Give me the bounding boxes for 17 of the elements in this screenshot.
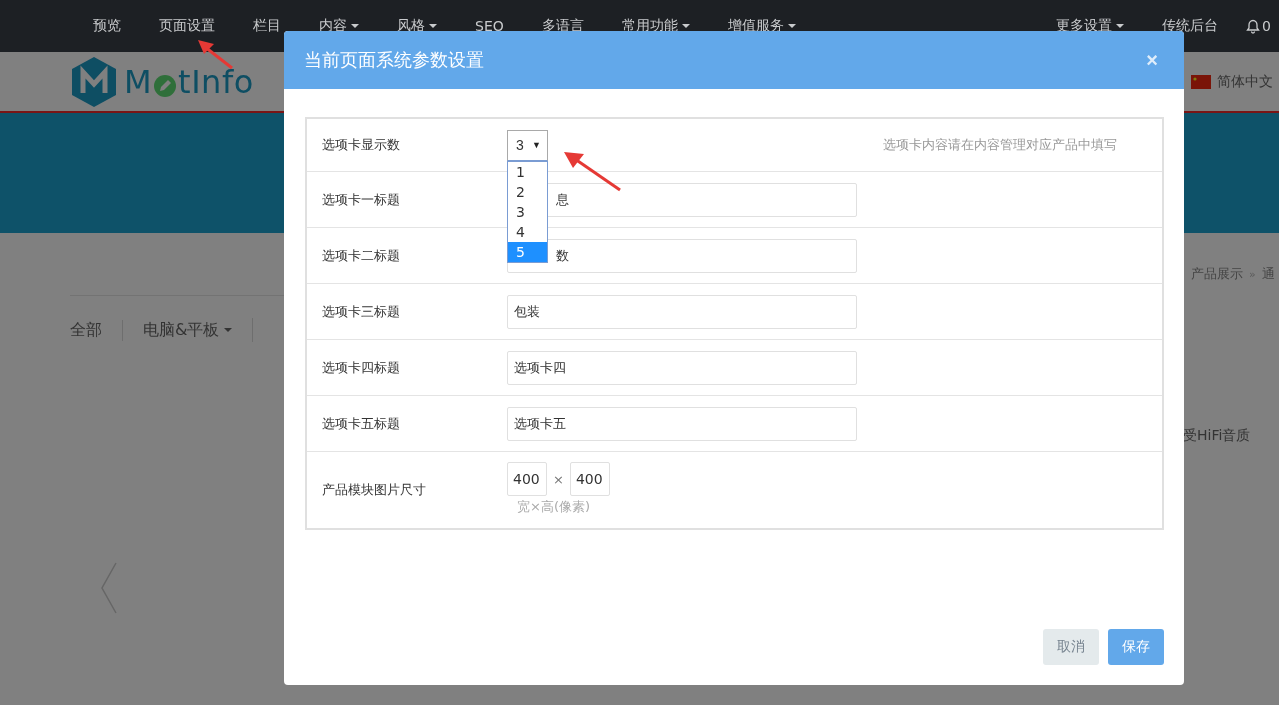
hint-text: 宽×高(像素) [517,498,592,516]
field-label: 产品模块图片尺寸 [322,481,427,499]
field-label: 选项卡三标题 [322,302,401,321]
product-caption: 受HiFi音质 [1183,427,1252,445]
logo-text: M [124,62,153,101]
notification-count: 0 [1262,18,1271,34]
field-label: 选项卡五标题 [322,414,401,433]
breadcrumb-separator: » [1249,267,1256,281]
field-label: 选项卡四标题 [322,358,401,377]
field-label: 选项卡二标题 [322,246,401,265]
hint-text: 选项卡内容请在内容管理对应产品中填写 [883,136,1117,154]
times-sign: × [553,471,564,487]
logo-text: tInfo [178,62,254,101]
field-label: 选项卡显示数 [322,136,401,154]
field-label: 选项卡一标题 [322,190,401,209]
dialog-title: 当前页面系统参数设置 [304,48,485,72]
dropdown-arrow-icon: ▼ [532,140,541,150]
